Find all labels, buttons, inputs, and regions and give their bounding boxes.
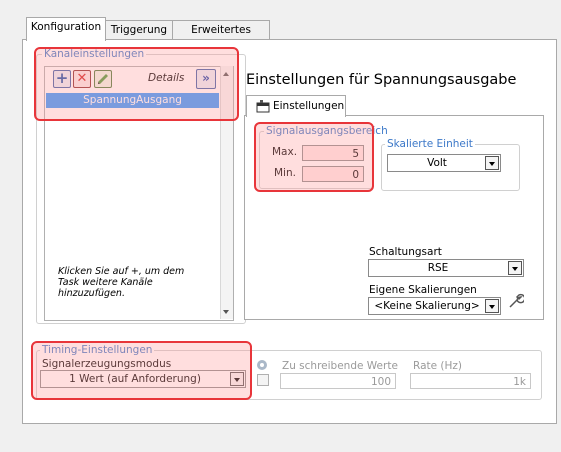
custom-scaling-value: <Keine Skalierung> <box>374 300 480 312</box>
info-icon <box>257 360 267 370</box>
highlight-channel-settings <box>34 47 239 121</box>
scroll-down-icon[interactable] <box>223 310 229 314</box>
samples-label: Zu schreibende Werte <box>282 360 398 372</box>
subtab-einstellungen[interactable]: Einstellungen <box>246 95 346 117</box>
scaled-unit-title: Skalierte Einheit <box>385 138 475 150</box>
scaled-unit-value: Volt <box>427 157 447 169</box>
wrench-icon[interactable] <box>506 292 524 310</box>
highlight-timing-settings <box>31 341 252 400</box>
settings-icon <box>256 100 270 113</box>
highlight-signal-range <box>254 122 374 192</box>
voltage-settings-heading: Einstellungen für Spannungsausgabe <box>246 72 517 88</box>
wiring-label: Schaltungsart <box>369 246 442 258</box>
rate-label: Rate (Hz) <box>413 360 463 372</box>
chevron-down-icon[interactable] <box>485 156 499 170</box>
samples-input[interactable]: 100 <box>280 373 396 389</box>
chevron-down-icon[interactable] <box>508 261 522 275</box>
tab-triggerung[interactable]: Triggerung <box>104 20 174 40</box>
tab-erweitertes-timing[interactable]: Erweitertes Timing <box>172 20 270 55</box>
add-channel-hint: Klicken Sie auf +, um dem Task weitere K… <box>58 266 185 299</box>
wiring-value: RSE <box>427 262 449 274</box>
tab-konfiguration[interactable]: Konfiguration <box>26 17 106 41</box>
custom-scaling-select[interactable]: <Keine Skalierung> <box>368 297 501 315</box>
wiring-select[interactable]: RSE <box>368 259 524 277</box>
rate-input[interactable]: 1k <box>410 373 531 389</box>
continuous-checkbox[interactable] <box>257 374 269 386</box>
scaled-unit-select[interactable]: Volt <box>387 154 501 172</box>
custom-scaling-label: Eigene Skalierungen <box>369 284 477 296</box>
subtab-label: Einstellungen <box>273 100 345 112</box>
chevron-down-icon[interactable] <box>485 299 499 313</box>
